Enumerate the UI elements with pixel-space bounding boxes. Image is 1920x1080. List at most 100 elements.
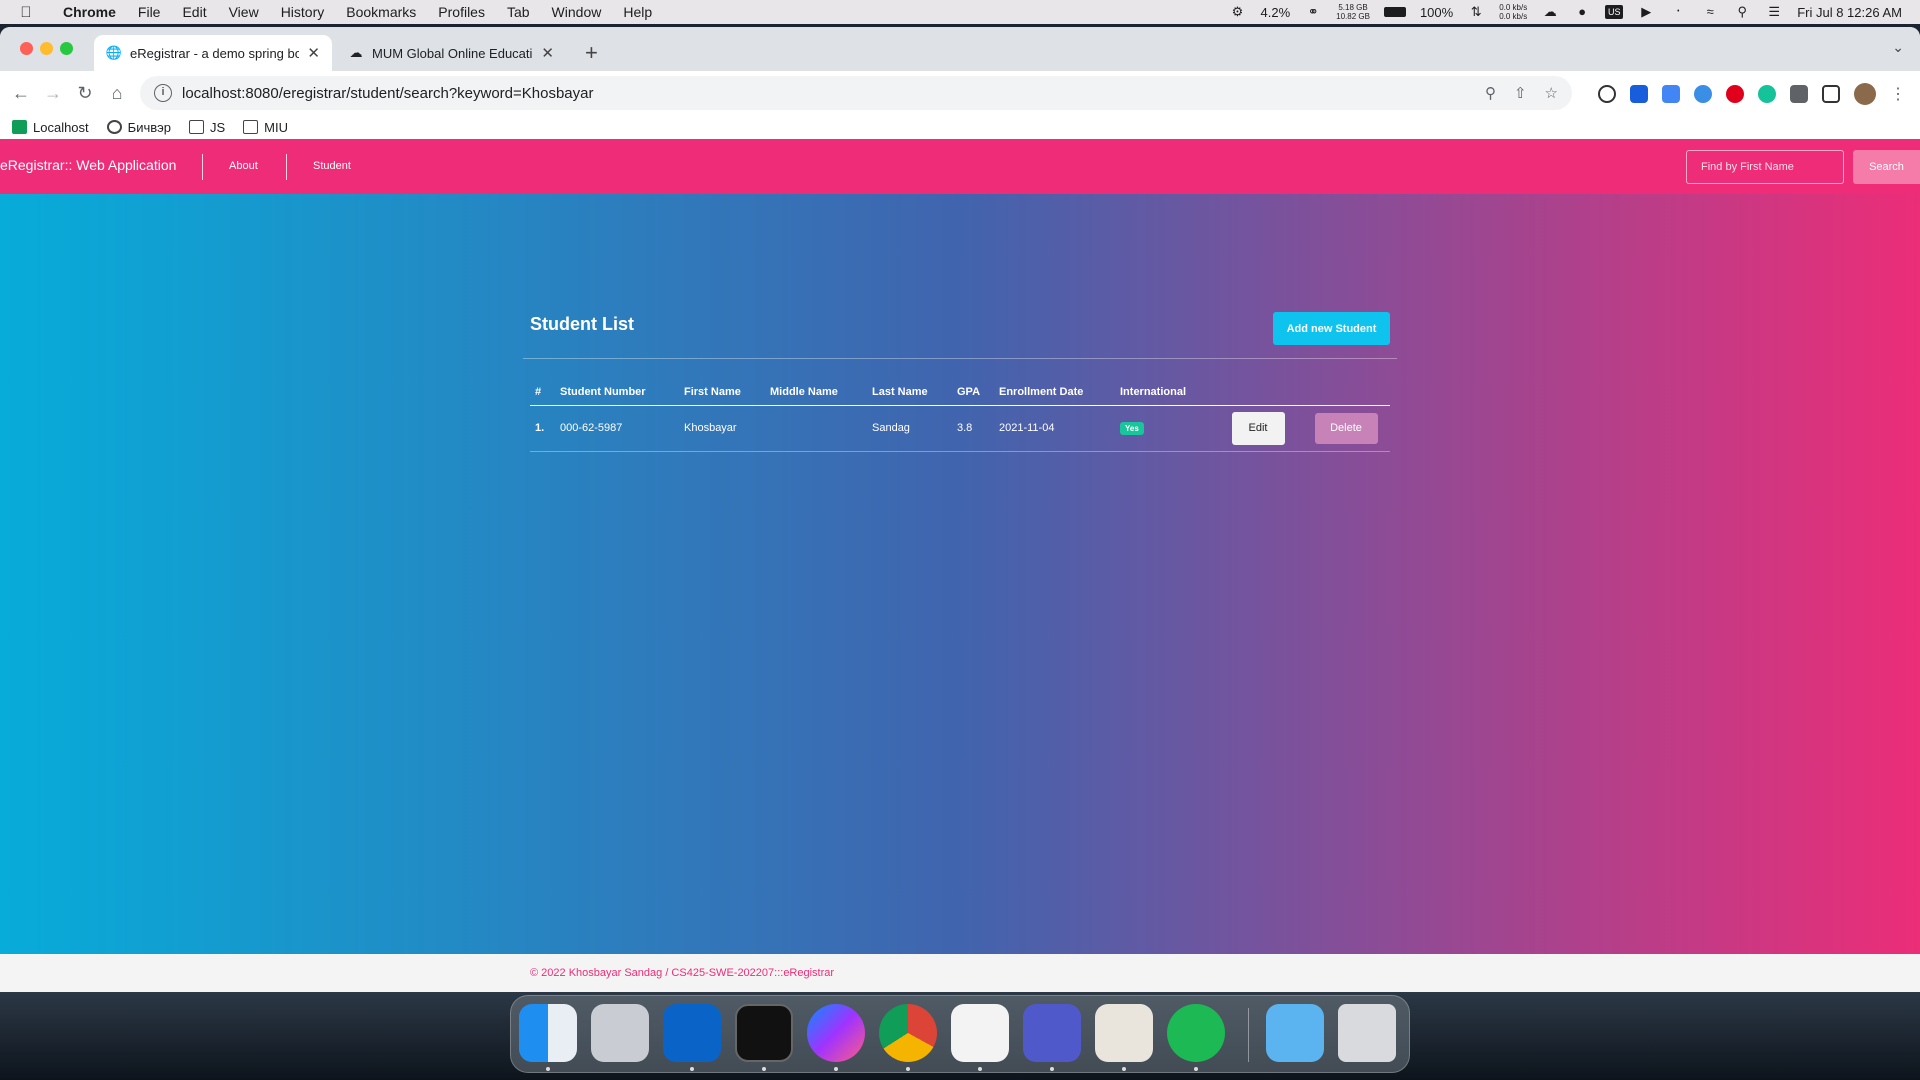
puzzle-extensions-icon[interactable] — [1790, 85, 1808, 103]
share-icon[interactable]: ⇧ — [1514, 84, 1527, 102]
play-icon[interactable]: ▶ — [1637, 5, 1655, 19]
battery-icon[interactable] — [1383, 7, 1406, 17]
zoom-icon[interactable]: ⚲ — [1485, 84, 1496, 102]
home-icon[interactable]: ⌂ — [101, 83, 133, 104]
bookmark-localhost[interactable]: Localhost — [12, 120, 89, 135]
downloads-folder-icon[interactable] — [1266, 1004, 1324, 1062]
column-header: Last Name — [867, 379, 952, 406]
cloud-icon[interactable]: ☁ — [1541, 5, 1559, 19]
running-indicator — [546, 1067, 550, 1071]
apple-icon[interactable]:  — [0, 4, 52, 21]
memory-readout: 5.18 GB 10.82 GB — [1336, 3, 1370, 21]
close-tab-icon[interactable]: ✕ — [541, 44, 554, 62]
browser-window: 🌐 eRegistrar - a demo spring boo ✕ ☁ MUM… — [0, 27, 1920, 992]
tableplus-icon[interactable] — [1095, 1004, 1153, 1062]
bookmark-folder-miu[interactable]: MIU — [243, 120, 288, 135]
column-header: Middle Name — [765, 379, 867, 406]
menu-view[interactable]: View — [218, 4, 270, 20]
bookmark-folder-js[interactable]: JS — [189, 120, 225, 135]
menu-bookmarks[interactable]: Bookmarks — [335, 4, 427, 20]
running-indicator — [1194, 1067, 1198, 1071]
dock — [510, 995, 1410, 1073]
search-input[interactable] — [1686, 150, 1844, 184]
close-window-button[interactable] — [20, 42, 33, 55]
spotify-icon[interactable] — [1167, 1004, 1225, 1062]
spotlight-search-icon[interactable]: ⚲ — [1733, 5, 1751, 19]
menu-history[interactable]: History — [270, 4, 336, 20]
browser-toolbar: ← → ↻ ⌂ i localhost:8080/eregistrar/stud… — [0, 71, 1920, 115]
column-header: Student Number — [555, 379, 679, 406]
menu-bar:  Chrome File Edit View History Bookmark… — [0, 0, 1920, 24]
control-center-icon[interactable]: ☰ — [1765, 5, 1783, 19]
menubar-clock[interactable]: Fri Jul 8 12:26 AM — [1797, 5, 1902, 20]
side-panel-icon[interactable] — [1822, 85, 1840, 103]
menu-app-name[interactable]: Chrome — [52, 4, 127, 20]
globe-icon — [106, 120, 122, 134]
last-name: Sandag — [867, 405, 952, 452]
nav-about-link[interactable]: About — [229, 160, 258, 172]
sync-extension-icon[interactable] — [1598, 85, 1616, 103]
profile-avatar[interactable] — [1854, 83, 1876, 105]
grammarly-extension-icon[interactable] — [1758, 85, 1776, 103]
delete-button[interactable]: Delete — [1314, 412, 1378, 444]
nav-student-link[interactable]: Student — [313, 160, 351, 172]
blue-circle-extension-icon[interactable] — [1694, 85, 1712, 103]
glasses-icon[interactable]: ● — [1573, 5, 1591, 19]
wifi-icon[interactable]: ≈ — [1701, 5, 1719, 19]
menu-profiles[interactable]: Profiles — [427, 4, 496, 20]
add-student-button[interactable]: Add new Student — [1273, 312, 1390, 345]
tab-title: MUM Global Online Education — [372, 45, 534, 61]
brand-link[interactable]: eRegistrar:: Web Application — [0, 157, 176, 173]
reload-icon[interactable]: ↻ — [69, 83, 101, 104]
keyboard-layout-icon[interactable]: US — [1605, 5, 1624, 19]
tab-mum-global[interactable]: ☁ MUM Global Online Education ✕ — [336, 35, 566, 71]
close-tab-icon[interactable]: ✕ — [307, 44, 320, 62]
terminal-icon[interactable] — [735, 1004, 793, 1062]
menu-file[interactable]: File — [127, 4, 172, 20]
search-button[interactable]: Search — [1853, 150, 1920, 184]
chrome-icon[interactable] — [879, 1004, 937, 1062]
opera-extension-icon[interactable] — [1726, 85, 1744, 103]
teams-icon[interactable] — [1023, 1004, 1081, 1062]
bookmark-bichver[interactable]: Бичвэр — [106, 120, 171, 135]
page-title: Student List — [530, 314, 634, 334]
column-header: GPA — [952, 379, 994, 406]
chrome-menu-icon[interactable]: ⋮ — [1890, 84, 1906, 104]
menu-help[interactable]: Help — [612, 4, 663, 20]
bluetooth-icon[interactable]: ᛫ — [1669, 5, 1687, 19]
folder-icon — [243, 120, 259, 134]
minimize-window-button[interactable] — [40, 42, 53, 55]
cpu-icon[interactable]: ⚙ — [1229, 5, 1247, 19]
trash-icon[interactable] — [1338, 1004, 1396, 1062]
outlook-icon[interactable] — [663, 1004, 721, 1062]
running-indicator — [906, 1067, 910, 1071]
vscode-icon[interactable] — [951, 1004, 1009, 1062]
column-header-delete — [1302, 379, 1390, 406]
network-arrows-icon: ⇅ — [1470, 4, 1482, 19]
finder-icon[interactable] — [519, 1004, 577, 1062]
memory-icon[interactable]: ⚭ — [1304, 5, 1322, 19]
menu-tab[interactable]: Tab — [496, 4, 541, 20]
bookmark-star-icon[interactable]: ☆ — [1545, 84, 1558, 102]
maximize-window-button[interactable] — [60, 42, 73, 55]
back-icon[interactable]: ← — [5, 83, 37, 104]
site-info-icon[interactable]: i — [154, 84, 172, 102]
menu-edit[interactable]: Edit — [171, 4, 217, 20]
forward-icon[interactable]: → — [37, 83, 69, 104]
new-tab-button[interactable]: + — [585, 40, 598, 66]
app-navbar: eRegistrar:: Web Application About Stude… — [0, 139, 1920, 194]
student-table: # Student Number First Name Middle Name … — [530, 379, 1390, 452]
tab-eregistrar[interactable]: 🌐 eRegistrar - a demo spring boo ✕ — [94, 35, 332, 71]
url-text[interactable]: localhost:8080/eregistrar/student/search… — [182, 85, 594, 102]
tab-search-chevron-icon[interactable]: ⌄ — [1892, 39, 1904, 56]
edit-button[interactable]: Edit — [1231, 411, 1285, 445]
student-number: 000-62-5987 — [555, 405, 679, 452]
globe-icon: 🌐 — [105, 45, 123, 60]
delete-cell: Delete — [1302, 405, 1390, 452]
bitwarden-extension-icon[interactable] — [1630, 85, 1648, 103]
menu-window[interactable]: Window — [541, 4, 613, 20]
address-bar[interactable]: i localhost:8080/eregistrar/student/sear… — [140, 76, 1572, 110]
translate-extension-icon[interactable] — [1662, 85, 1680, 103]
messenger-icon[interactable] — [807, 1004, 865, 1062]
launchpad-icon[interactable] — [591, 1004, 649, 1062]
